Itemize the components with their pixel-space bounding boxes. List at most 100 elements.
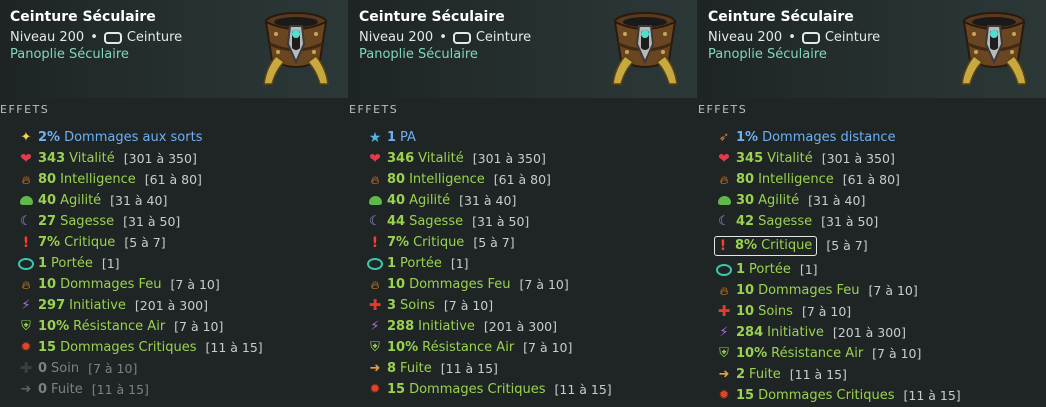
effect-row: 1 Portée [1]	[18, 253, 342, 274]
effect-name: Initiative	[69, 298, 126, 313]
effect-name: Fuite	[51, 382, 83, 397]
effect-value: 10	[736, 283, 755, 298]
effect-value: 27	[38, 214, 57, 229]
effect-name: Agilité	[758, 193, 800, 208]
effect-row: 🔥︎ 80 Intelligence [61 à 80]	[18, 169, 342, 190]
effect-value: 297	[38, 298, 66, 313]
effect-row: ➜ 0 Fuite [11 à 15]	[18, 379, 342, 400]
effect-range: [301 à 350]	[821, 151, 895, 166]
effect-range: [201 à 300]	[483, 319, 557, 334]
exclamation-icon: !	[22, 234, 30, 251]
effect-name: Vitalité	[69, 151, 115, 166]
effect-value: 284	[736, 325, 764, 340]
effect-name: Intelligence	[409, 172, 485, 187]
effect-range: [61 à 80]	[493, 172, 551, 187]
effect-range: [7 à 10]	[443, 298, 494, 313]
item-level-line: Niveau 200 • Ceinture	[708, 30, 880, 45]
effect-range: [31 à 40]	[110, 193, 168, 208]
agility-icon	[367, 193, 383, 209]
separator-dot: •	[439, 30, 447, 45]
effect-range: [7 à 10]	[872, 346, 922, 361]
effect-range: [7 à 10]	[523, 340, 573, 355]
effect-range: [201 à 300]	[134, 298, 208, 313]
effect-row: ❤ 346 Vitalité [301 à 350]	[367, 148, 691, 169]
effect-row: ✹ 15 Dommages Critiques [11 à 15]	[367, 379, 691, 400]
flame-icon: 🔥︎	[21, 172, 31, 187]
effect-range: [31 à 40]	[808, 193, 866, 208]
belt-item-icon	[961, 12, 1027, 85]
effect-value: 1	[387, 256, 397, 271]
belt-type-icon	[452, 31, 471, 44]
crit-damage-icon: ✹	[369, 382, 381, 397]
effect-row: ☾ 42 Sagesse [31 à 50]	[716, 211, 1040, 232]
effect-row: ✹ 15 Dommages Critiques [11 à 15]	[716, 385, 1040, 406]
item-tooltip-1: Ceinture Séculaire Niveau 200 • Ceinture P…	[0, 0, 348, 407]
effect-name: Dommages Critiques	[409, 382, 546, 397]
moon-icon: ☾	[20, 214, 32, 229]
effect-row: ✚ 3 Soins [7 à 10]	[367, 295, 691, 316]
effect-name: Dommages Feu	[60, 277, 162, 292]
heart-icon: ❤	[20, 150, 32, 167]
item-level: Niveau 200	[359, 30, 434, 45]
agility-icon	[716, 193, 732, 209]
shield-icon: ⛨	[21, 319, 31, 334]
effect-row: ➜ 8 Fuite [11 à 15]	[367, 358, 691, 379]
star-icon: ✦	[20, 130, 32, 145]
effect-name: Dommages Critiques	[60, 340, 197, 355]
effect-value: 15	[38, 340, 57, 355]
effect-range: [5 à 7]	[826, 238, 868, 253]
effect-value: 10	[387, 277, 406, 292]
separator-dot: •	[788, 30, 796, 45]
effect-value: 10	[736, 304, 755, 319]
effect-name: Dommages Feu	[758, 283, 860, 298]
effect-name: Résistance Air	[422, 340, 515, 355]
effect-value: 1	[387, 130, 397, 145]
effect-row: 1 Portée [1]	[716, 259, 1040, 280]
effect-row: ✦ 2% Dommages aux sorts	[18, 127, 342, 148]
effect-name: Portée	[749, 262, 791, 277]
effect-value: 8	[387, 361, 397, 376]
effect-name: Agilité	[60, 193, 102, 208]
effect-name: Sagesse	[758, 214, 813, 229]
effect-name: Fuite	[749, 367, 781, 382]
effect-value: 1	[38, 256, 48, 271]
item-header: Ceinture Séculaire Niveau 200 • Ceinture P…	[349, 0, 697, 98]
effect-range: [31 à 50]	[472, 214, 530, 229]
item-set-link[interactable]: Panoplie Séculaire	[10, 47, 129, 62]
effect-name: Intelligence	[60, 172, 136, 187]
flame-icon: 🔥︎	[370, 172, 380, 187]
effect-name: Résistance Air	[771, 346, 864, 361]
effect-name: Sagesse	[60, 214, 115, 229]
item-set-link[interactable]: Panoplie Séculaire	[708, 47, 827, 62]
effect-range: [7 à 10]	[801, 304, 852, 319]
effect-row: 🔥︎ 80 Intelligence [61 à 80]	[716, 169, 1040, 190]
effect-value: 15	[736, 388, 755, 403]
effect-value: 288	[387, 319, 415, 334]
cross-icon: ✚	[19, 359, 33, 377]
effect-value: 10%	[387, 340, 419, 355]
belt-type-icon	[801, 31, 820, 44]
effect-name: Initiative	[767, 325, 824, 340]
effect-range: [11 à 15]	[440, 361, 498, 376]
item-level: Niveau 200	[708, 30, 783, 45]
item-title: Ceinture Séculaire	[10, 9, 156, 25]
item-set-link[interactable]: Panoplie Séculaire	[359, 47, 478, 62]
item-title: Ceinture Séculaire	[708, 9, 854, 25]
cross-icon: ✚	[717, 302, 731, 320]
item-type: Ceinture	[126, 30, 183, 45]
effect-range: [7 à 10]	[519, 277, 569, 292]
effect-range: [301 à 350]	[123, 151, 197, 166]
effect-range: [31 à 40]	[459, 193, 517, 208]
effect-range: [301 à 350]	[472, 151, 546, 166]
effects-list: ✦ 2% Dommages aux sorts ❤ 343 Vitalité [301 à …	[18, 127, 342, 400]
effect-value: 10%	[38, 319, 70, 334]
effect-name: Dommages aux sorts	[64, 130, 203, 145]
crit-damage-icon: ✹	[718, 388, 730, 403]
effect-value: 42	[736, 214, 755, 229]
effect-name: Intelligence	[758, 172, 834, 187]
effects-list: ➶ 1% Dommages distance ❤ 345 Vitalité [301 à 3…	[714, 127, 1040, 406]
effect-row: ⛨ 10% Résistance Air [7 à 10]	[367, 337, 691, 358]
initiative-icon: ⚡	[719, 325, 729, 340]
separator-dot: •	[90, 30, 98, 45]
effect-value: 80	[387, 172, 406, 187]
